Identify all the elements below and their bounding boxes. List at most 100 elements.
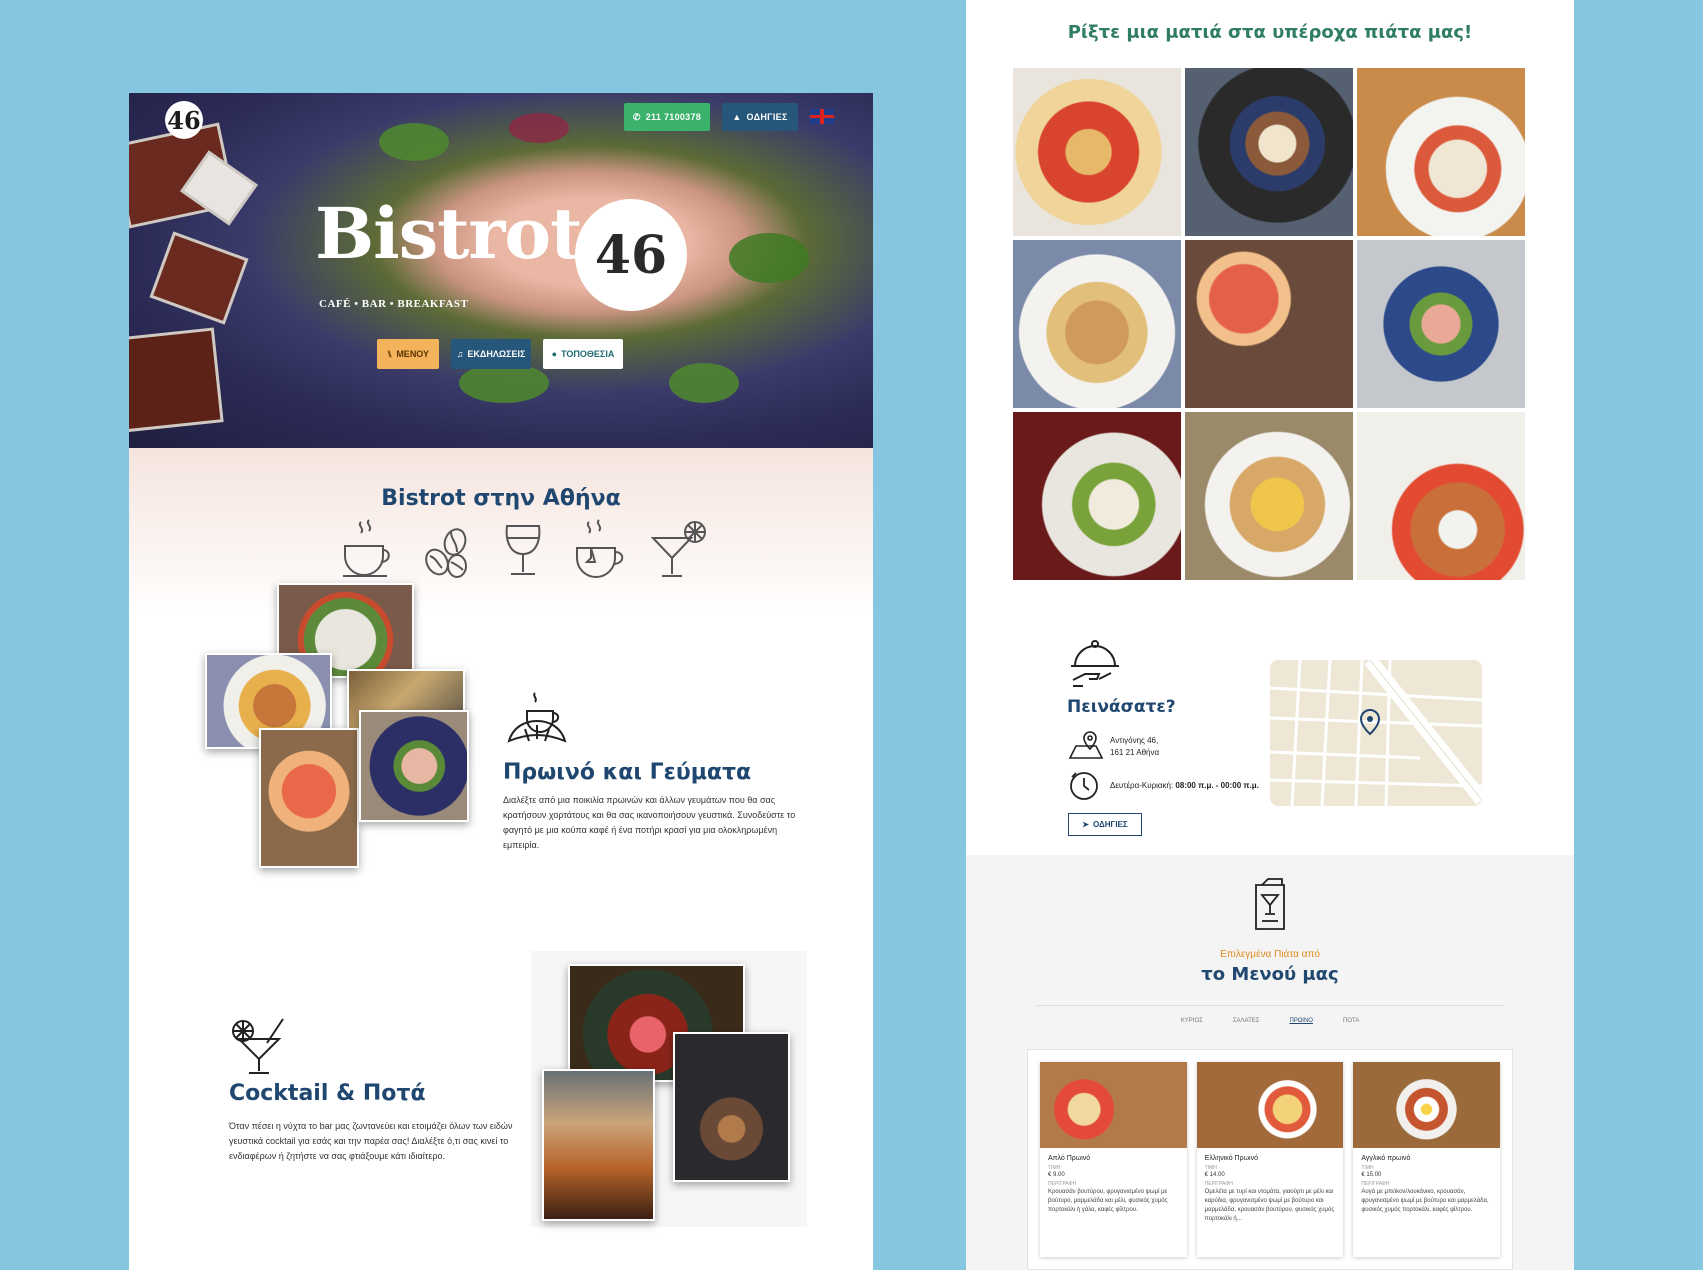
opening-hours: Δευτέρα-Κυριακή: 08:00 π.μ. - 00:00 π.μ. — [1110, 780, 1259, 792]
coffee-cup-icon — [343, 519, 390, 577]
athens-title: Bistrot στην Αθήνα — [381, 486, 621, 511]
phone-number: 211 7100378 — [645, 112, 702, 122]
menu-card-name: Απλό Πρωινό — [1048, 1155, 1091, 1162]
gallery-image-gyros[interactable] — [1013, 240, 1181, 408]
hero-section: 46 ✆ 211 7100378 ▲ ΟΔΗΓΙΕΣ Bistrot 46 CA… — [129, 93, 873, 448]
wine-glass-icon — [505, 525, 541, 575]
map-directions-button[interactable]: ➤ ΟΔΗΓΙΕΣ — [1068, 813, 1142, 836]
map-directions-label: ΟΔΗΓΙΕΣ — [1093, 820, 1128, 829]
breakfast-photo-pizza — [259, 728, 359, 868]
menu-card-image — [1040, 1062, 1187, 1148]
menu-card-name: Ελληνικό Πρωινό — [1204, 1155, 1258, 1162]
menu-button[interactable]: ⑊ ΜΕΝΟΥ — [377, 339, 439, 369]
events-button-label: ΕΚΔΗΛΩΣΕΙΣ — [467, 349, 526, 359]
uk-flag-icon[interactable] — [810, 109, 834, 124]
salad-leaf — [459, 363, 549, 403]
tab-salads[interactable]: ΣΑΛΑΤΕΣ — [1233, 1018, 1260, 1024]
tab-drinks[interactable]: ΠΟΤΑ — [1343, 1018, 1359, 1024]
drinks-menu-icon — [1255, 878, 1285, 930]
menu-card-description: Κρουασάν βουτύρου, φρυγανισμένο ψωμί με … — [1048, 1189, 1168, 1213]
location-button[interactable]: ● ΤΟΠΟΘΕΣΙΑ — [543, 339, 623, 369]
tea-cup-icon — [576, 519, 624, 578]
phone-button[interactable]: ✆ 211 7100378 — [624, 103, 710, 131]
menu-card[interactable]: Ελληνικό Πρωινό ΤΙΜΗ € 14.00 ΠΕΡΙΓΡΑΦΗ Ο… — [1196, 1062, 1344, 1257]
navigation-arrow-icon: ▲ — [732, 112, 742, 122]
gallery-image-pizza-salad[interactable] — [1185, 240, 1353, 408]
cocktail-photo-pour — [542, 1069, 655, 1221]
mosaic-tile — [129, 327, 224, 434]
cutlery-icon: ⑊ — [386, 349, 393, 359]
gallery-image-pizza[interactable] — [1013, 68, 1181, 236]
menu-card-name: Αγγλικό πρωινό — [1361, 1155, 1411, 1162]
menu-card-desc-label: ΠΕΡΙΓΡΑΦΗ — [1361, 1181, 1390, 1187]
salad-leaf — [509, 113, 569, 143]
menu-subtitle: Επιλεγμένα Πιάτα από — [1220, 949, 1320, 960]
menu-card-image — [1196, 1062, 1344, 1148]
croissant-coffee-icon — [507, 692, 567, 743]
gallery-image-souvlaki[interactable] — [1357, 412, 1525, 580]
hungry-title: Πεινάσατε? — [1067, 697, 1176, 717]
menu-cards: Απλό Πρωινό ΤΙΜΗ € 9.00 ΠΕΡΙΓΡΑΦΗ Κρουασ… — [1027, 1049, 1513, 1270]
menu-card-price-label: ΤΙΜΗ — [1204, 1165, 1217, 1171]
menu-card[interactable]: Απλό Πρωινό ΤΙΜΗ € 9.00 ΠΕΡΙΓΡΑΦΗ Κρουασ… — [1040, 1062, 1187, 1257]
cocktail-title: Cocktail & Ποτά — [229, 1081, 426, 1106]
menu-card[interactable]: Αγγλικό πρωινό ΤΙΜΗ € 15.00 ΠΕΡΙΓΡΑΦΗ Αυ… — [1353, 1062, 1501, 1257]
gallery-image-salmon-salad[interactable] — [1357, 240, 1525, 408]
tab-main[interactable]: ΚΥΡΙΟΣ — [1181, 1018, 1203, 1024]
menu-title: το Μενού μας — [1201, 964, 1339, 985]
menu-card-desc-label: ΠΕΡΙΓΡΑΦΗ — [1204, 1181, 1233, 1187]
header-logo[interactable]: 46 — [165, 101, 203, 139]
phone-icon: ✆ — [632, 111, 641, 122]
cocktail-section-icon — [232, 1018, 284, 1074]
menu-button-label: ΜΕΝΟΥ — [396, 349, 430, 359]
hours-label: Δευτέρα-Κυριακή: — [1110, 781, 1174, 790]
hours-value: 08:00 π.μ. - 00:00 π.μ. — [1175, 781, 1259, 790]
menu-divider — [1036, 1005, 1504, 1006]
cocktail-description: Όταν πέσει η νύχτα το bar μας ζωντανεύει… — [229, 1121, 513, 1161]
directions-button[interactable]: ▲ ΟΔΗΓΙΕΣ — [722, 103, 798, 131]
menu-card-desc-label: ΠΕΡΙΓΡΑΦΗ — [1048, 1181, 1077, 1187]
brand-name: Bistrot — [315, 192, 582, 275]
brand-tagline: CAFÉ • BAR • BREAKFAST — [319, 298, 469, 310]
brand-number-badge: 46 — [575, 199, 687, 311]
events-button[interactable]: ♫ ΕΚΔΗΛΩΣΕΙΣ — [451, 339, 531, 369]
tab-breakfast[interactable]: ΠΡΩΙΝΟ — [1289, 1018, 1313, 1024]
cocktail-photo-whisky — [673, 1032, 790, 1182]
food-gallery — [1013, 68, 1525, 580]
address-city: 161 21 Αθήνα — [1110, 748, 1160, 757]
homepage-left-panel: 46 ✆ 211 7100378 ▲ ΟΔΗΓΙΕΣ Bistrot 46 CA… — [129, 93, 873, 1270]
gallery-image-cappuccino[interactable] — [1185, 68, 1353, 236]
map-location-icon — [1068, 731, 1104, 759]
music-icon: ♫ — [456, 349, 464, 359]
gallery-image-feta-plate[interactable] — [1357, 68, 1525, 236]
drinks-icons-row — [337, 516, 709, 582]
coffee-beans-icon — [425, 528, 467, 578]
menu-card-price-label: ΤΙΜΗ — [1361, 1165, 1374, 1171]
athens-section: Bistrot στην Αθήνα — [129, 448, 873, 618]
menu-card-price: € 9.00 — [1048, 1172, 1065, 1178]
gallery-title: Ρίξτε μια ματιά στα υπέροχα πιάτα μας! — [1067, 22, 1473, 43]
menu-card-price-label: ΤΙΜΗ — [1048, 1165, 1061, 1171]
address-block: Αντιγόνης 46, 161 21 Αθήνα — [1110, 735, 1159, 759]
salad-leaf — [729, 233, 809, 283]
map-streets — [1270, 660, 1482, 806]
menu-card-price: € 15.00 — [1361, 1172, 1382, 1178]
location-map[interactable] — [1270, 660, 1482, 806]
gallery-image-feta-wine[interactable] — [1013, 412, 1181, 580]
location-button-label: ΤΟΠΟΘΕΣΙΑ — [561, 349, 615, 359]
breakfast-description: Διαλέξτε από μια ποικιλία πρωινών και άλ… — [503, 795, 796, 850]
directions-label: ΟΔΗΓΙΕΣ — [746, 112, 788, 122]
menu-card-description: Ομελέτα με τυρί και ντομάτα, γιαούρτι με… — [1204, 1189, 1335, 1222]
breakfast-title: Πρωινό και Γεύματα — [503, 760, 752, 785]
menu-tabs: ΚΥΡΙΟΣ ΣΑΛΑΤΕΣ ΠΡΩΙΝΟ ΠΟΤΑ — [966, 1018, 1574, 1024]
salad-leaf — [669, 363, 739, 403]
salad-leaf — [379, 123, 449, 161]
menu-card-image — [1353, 1062, 1501, 1148]
send-arrow-icon: ➤ — [1082, 820, 1089, 829]
address-street: Αντιγόνης 46, — [1110, 736, 1159, 745]
cocktail-icon — [650, 521, 706, 577]
homepage-right-panel: Ρίξτε μια ματιά στα υπέροχα πιάτα μας! Π… — [966, 0, 1574, 1270]
menu-card-price: € 14.00 — [1204, 1172, 1225, 1178]
map-pin-icon: ● — [551, 349, 558, 359]
gallery-image-club-sandwich[interactable] — [1185, 412, 1353, 580]
